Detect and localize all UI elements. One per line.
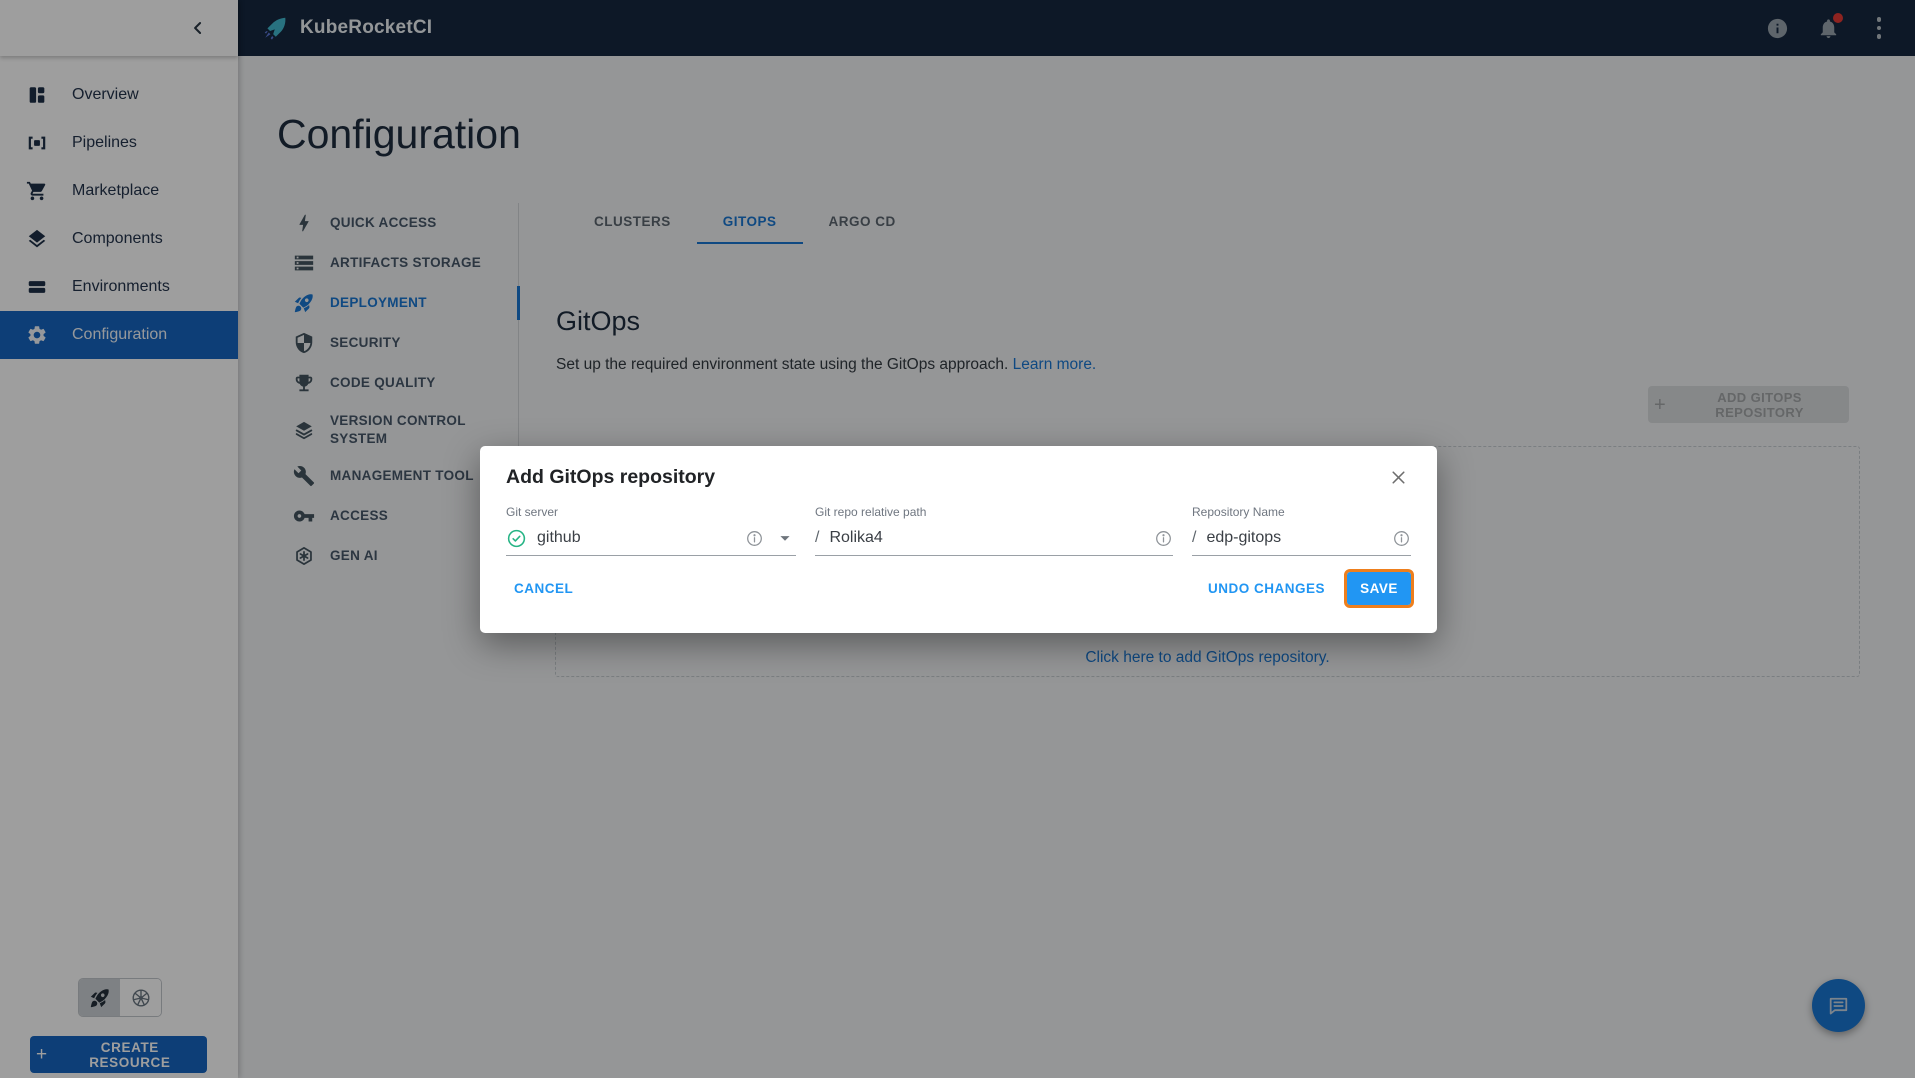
add-gitops-repository-dialog: Add GitOps repository Git server g [480, 446, 1437, 633]
git-server-field-group: Git server github [506, 505, 796, 556]
info-outline-icon[interactable] [1154, 529, 1173, 548]
git-server-select[interactable]: github [506, 521, 796, 556]
git-server-value: github [537, 529, 581, 547]
repository-name-label: Repository Name [1192, 505, 1411, 519]
close-icon[interactable] [1385, 464, 1411, 490]
dialog-title: Add GitOps repository [506, 466, 715, 489]
info-outline-icon[interactable] [1392, 529, 1411, 548]
path-prefix: / [1192, 529, 1196, 547]
undo-changes-button[interactable]: UNDO CHANGES [1200, 573, 1333, 604]
git-repo-relative-path-value: Rolika4 [829, 529, 882, 547]
info-outline-icon[interactable] [745, 529, 764, 548]
cancel-button[interactable]: CANCEL [506, 573, 581, 604]
save-button[interactable]: SAVE [1347, 572, 1411, 605]
dropdown-caret-icon[interactable] [774, 527, 796, 549]
repository-name-value: edp-gitops [1206, 529, 1281, 547]
app-root: KubeRocketCI [0, 0, 1915, 1078]
git-repo-relative-path-label: Git repo relative path [815, 505, 1173, 519]
repository-name-field-group: Repository Name / edp-gitops [1192, 505, 1411, 556]
git-repo-relative-path-input[interactable]: / Rolika4 [815, 521, 1173, 556]
check-circle-icon [506, 528, 527, 549]
git-server-label: Git server [506, 505, 796, 519]
git-repo-relative-path-field-group: Git repo relative path / Rolika4 [815, 505, 1173, 556]
repository-name-input[interactable]: / edp-gitops [1192, 521, 1411, 556]
path-prefix: / [815, 529, 819, 547]
